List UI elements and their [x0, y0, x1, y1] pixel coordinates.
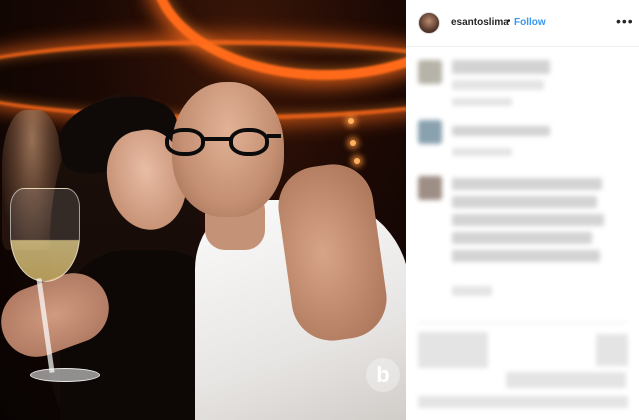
divider: [418, 322, 628, 323]
comment-text-blurred: [452, 80, 544, 90]
comment-text-blurred: [452, 232, 592, 244]
more-options-icon[interactable]: •••: [616, 13, 634, 29]
comment-text-blurred: [452, 196, 597, 208]
wine-glass-foot: [30, 368, 100, 382]
wine-glass-icon: [10, 188, 80, 282]
separator-dot: •: [507, 16, 511, 27]
comment-meta-blurred: [452, 148, 512, 156]
post-header: esantoslima • Follow •••: [406, 0, 639, 47]
wall-lamp: [350, 140, 356, 146]
wall-lamp: [348, 118, 354, 124]
comment-meta-blurred: [452, 98, 512, 106]
save-icon-blurred: [596, 334, 628, 366]
wall-lamp: [354, 158, 360, 164]
comment-text-blurred: [452, 126, 550, 136]
username-link[interactable]: esantoslima: [451, 17, 509, 28]
comment-text-blurred: [452, 214, 604, 226]
watermark-logo: b: [366, 358, 400, 392]
post-side-panel: esantoslima • Follow •••: [406, 0, 639, 420]
comment-meta-blurred: [452, 286, 492, 296]
comment-avatar: [418, 176, 442, 200]
post-photo[interactable]: b: [0, 0, 406, 420]
add-comment-blurred: [418, 396, 628, 408]
action-icons-blurred: [418, 332, 488, 368]
comment-text-blurred: [452, 178, 602, 190]
eyeglasses-icon: [165, 128, 281, 158]
profile-avatar[interactable]: [418, 12, 440, 34]
comment-avatar: [418, 60, 442, 84]
comment-avatar: [418, 120, 442, 144]
comment-text-blurred: [452, 60, 550, 74]
follow-button[interactable]: Follow: [514, 17, 546, 28]
comment-text-blurred: [452, 250, 600, 262]
likes-blurred: [506, 372, 626, 388]
